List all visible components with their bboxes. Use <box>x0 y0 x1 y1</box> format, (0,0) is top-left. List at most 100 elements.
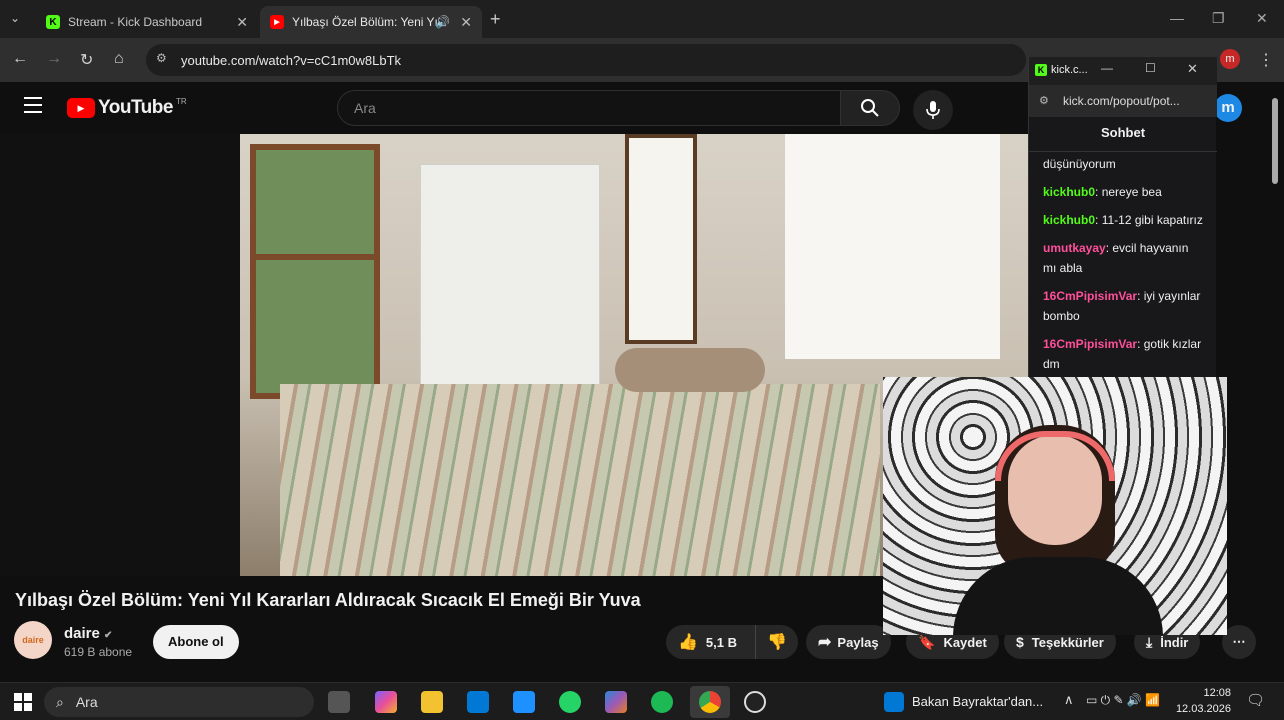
chat-text: düşünüyorum <box>1043 157 1116 171</box>
whatsapp-icon[interactable] <box>559 691 581 713</box>
video-scene-window <box>250 144 380 399</box>
chat-message: 16CmPipisimVar: iyi yayınlar bombo <box>1043 289 1201 323</box>
notifications-icon[interactable]: 🗨 <box>1246 691 1265 709</box>
more-actions-button[interactable]: ⋯ <box>1222 625 1256 659</box>
search-input[interactable]: Ara <box>337 90 841 126</box>
chat-username[interactable]: umutkayay <box>1043 241 1106 255</box>
url-text: youtube.com/watch?v=cC1m0w8LbTk <box>181 52 402 68</box>
restore-icon[interactable]: ❐ <box>1212 10 1225 27</box>
youtube-logo[interactable]: ▶ YouTube TR <box>67 97 187 119</box>
share-label: Paylaş <box>837 634 879 650</box>
chat-username[interactable]: kickhub0 <box>1043 213 1095 227</box>
microsoft-365-icon[interactable] <box>605 691 627 713</box>
maximize-icon[interactable]: ☐ <box>1145 61 1156 75</box>
chevron-up-icon[interactable]: ∧ <box>1064 692 1074 708</box>
minimize-icon[interactable]: — <box>1101 61 1113 75</box>
home-icon[interactable]: ⌂ <box>114 50 124 68</box>
video-scene-curtain <box>785 134 1000 359</box>
site-info-icon[interactable]: ⚙ <box>1039 94 1049 107</box>
chat-messages: düşünüyorum kickhub0: nereye bea kickhub… <box>1029 151 1217 374</box>
tab-youtube-video[interactable]: ▶ Yılbaşı Özel Bölüm: Yeni Yıl 🔊 ✕ <box>260 6 482 38</box>
taskbar-search[interactable]: ⌕ Ara <box>44 687 314 717</box>
search-placeholder: Ara <box>354 100 376 116</box>
dislike-button[interactable]: 👎 <box>756 632 798 652</box>
chat-username[interactable]: kickhub0 <box>1043 185 1095 199</box>
task-view-icon[interactable] <box>328 691 350 713</box>
chat-username[interactable]: 16CmPipisimVar <box>1043 289 1137 303</box>
copilot-icon[interactable] <box>375 691 397 713</box>
youtube-logo-text: YouTube <box>98 97 173 118</box>
channel-name-text: daire <box>64 625 100 642</box>
save-label: Kaydet <box>943 634 987 650</box>
audio-playing-icon[interactable]: 🔊 <box>435 15 450 29</box>
channel-name[interactable]: daire ✔ <box>64 625 112 642</box>
thumbs-down-icon: 👎 <box>767 634 787 651</box>
mail-icon[interactable] <box>513 691 535 713</box>
chat-message: 16CmPipisimVar: gotik kızlar dm <box>1043 337 1202 371</box>
site-info-icon[interactable]: ⚙ <box>156 51 167 65</box>
video-scene-bed <box>280 384 880 576</box>
clock-time[interactable]: 12:08 <box>1175 687 1231 699</box>
page-scrollbar[interactable] <box>1272 98 1278 184</box>
news-headline[interactable]: Bakan Bayraktar'dan... <box>912 694 1043 709</box>
search-button[interactable] <box>840 90 900 126</box>
kick-icon: K <box>46 15 60 29</box>
video-scene-window-frame <box>250 254 380 260</box>
share-arrow-icon: ➦ <box>818 634 832 651</box>
new-tab-button[interactable]: + <box>490 9 501 30</box>
super-thanks-icon: $ <box>1016 634 1024 650</box>
close-window-icon[interactable]: ✕ <box>1256 10 1268 27</box>
tab-title: Yılbaşı Özel Bölüm: Yeni Yıl <box>292 15 441 29</box>
youtube-play-icon: ▶ <box>67 98 95 118</box>
chat-header: Sohbet <box>1100 125 1146 140</box>
hamburger-menu-icon[interactable] <box>24 97 42 113</box>
tray-icons[interactable]: ▭ ⏻ ✎ 🔊 📶 <box>1086 693 1160 708</box>
user-avatar[interactable]: m <box>1214 94 1242 122</box>
verified-icon: ✔ <box>104 630 113 641</box>
chat-message: kickhub0: 11-12 gibi kapatırız <box>1043 213 1203 227</box>
more-icon: ⋯ <box>1232 634 1246 649</box>
kick-popout-window: K kick.c... — ☐ ✕ ⚙ kick.com/popout/pot.… <box>1028 57 1217 377</box>
tab-kick-dashboard[interactable]: K Stream - Kick Dashboard ✕ <box>36 6 258 38</box>
microphone-icon <box>926 101 940 119</box>
windows-taskbar: ⌕ Ara Bakan Bayraktar'dan... ∧ ▭ ⏻ ✎ 🔊 📶… <box>0 682 1284 720</box>
microsoft-store-icon[interactable] <box>467 691 489 713</box>
video-title: Yılbaşı Özel Bölüm: Yeni Yıl Kararları A… <box>15 590 641 610</box>
video-scene-wardrobe <box>420 164 600 389</box>
profile-avatar[interactable]: m <box>1220 49 1240 69</box>
close-icon[interactable]: ✕ <box>1187 61 1198 77</box>
obs-studio-icon[interactable] <box>744 691 766 713</box>
channel-avatar[interactable]: daire <box>14 621 52 659</box>
tab-search-icon[interactable]: ⌄ <box>10 11 20 25</box>
chat-username[interactable]: 16CmPipisimVar <box>1043 337 1137 351</box>
like-button[interactable]: 👍 5,1 B <box>666 625 756 659</box>
forward-arrow-icon[interactable]: → <box>46 50 62 68</box>
popout-address-bar[interactable]: ⚙ kick.com/popout/pot... <box>1029 85 1217 117</box>
like-count: 5,1 B <box>705 634 737 650</box>
subscribe-button[interactable]: Abone ol <box>153 625 239 659</box>
close-icon[interactable]: ✕ <box>236 14 248 31</box>
share-button[interactable]: ➦ Paylaş <box>806 625 891 659</box>
back-arrow-icon[interactable]: ← <box>12 50 28 68</box>
close-icon[interactable]: ✕ <box>460 14 472 31</box>
video-scene-window <box>625 134 697 344</box>
minimize-icon[interactable]: — <box>1170 10 1184 26</box>
reload-icon[interactable]: ↻ <box>80 50 93 70</box>
spotify-icon[interactable] <box>651 691 673 713</box>
search-icon: ⌕ <box>56 693 64 710</box>
voice-search-button[interactable] <box>913 90 953 130</box>
news-widget-icon[interactable] <box>884 692 904 712</box>
video-player[interactable] <box>0 134 1030 576</box>
address-bar[interactable]: ⚙ youtube.com/watch?v=cC1m0w8LbTk <box>146 44 1026 76</box>
file-explorer-icon[interactable] <box>421 691 443 713</box>
region-code: TR <box>175 96 187 106</box>
popout-titlebar: K kick.c... — ☐ ✕ <box>1029 57 1217 85</box>
tab-title: Stream - Kick Dashboard <box>68 15 203 29</box>
browser-menu-icon[interactable]: ⋮ <box>1258 50 1274 70</box>
popout-url: kick.com/popout/pot... <box>1063 94 1180 108</box>
youtube-icon: ▶ <box>270 15 284 29</box>
chat-message: kickhub0: nereye bea <box>1043 185 1162 199</box>
clock-date[interactable]: 12.03.2026 <box>1175 703 1231 715</box>
windows-start-icon[interactable] <box>14 693 32 711</box>
chrome-icon[interactable] <box>699 691 721 713</box>
